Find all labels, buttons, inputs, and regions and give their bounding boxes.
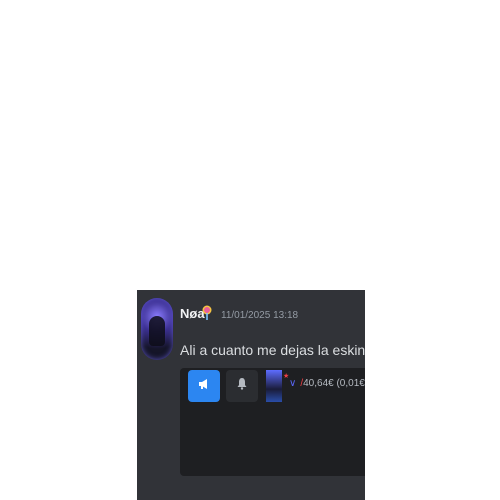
message-text: Ali a cuanto me dejas la eskin de deagel [180,342,365,358]
chat-message-container: Nøa 11/01/2025 13:18 Ali a cuanto me dej… [137,290,365,500]
megaphone-button[interactable] [188,370,220,402]
skin-thumbnail[interactable] [266,370,282,402]
message-embed: ★ ∨/40,64€ (0,01€ p [180,368,365,476]
bell-button[interactable] [226,370,258,402]
bell-icon [236,377,248,395]
price-text: 40,64€ (0,01€ p [303,378,365,389]
avatar[interactable] [141,298,173,360]
pin-emoji-icon [200,305,214,321]
chevron-down-icon: ∨ [289,378,297,389]
message-timestamp: 11/01/2025 13:18 [221,310,299,321]
price-line: ∨/40,64€ (0,01€ p [289,378,365,389]
megaphone-icon [197,377,211,396]
